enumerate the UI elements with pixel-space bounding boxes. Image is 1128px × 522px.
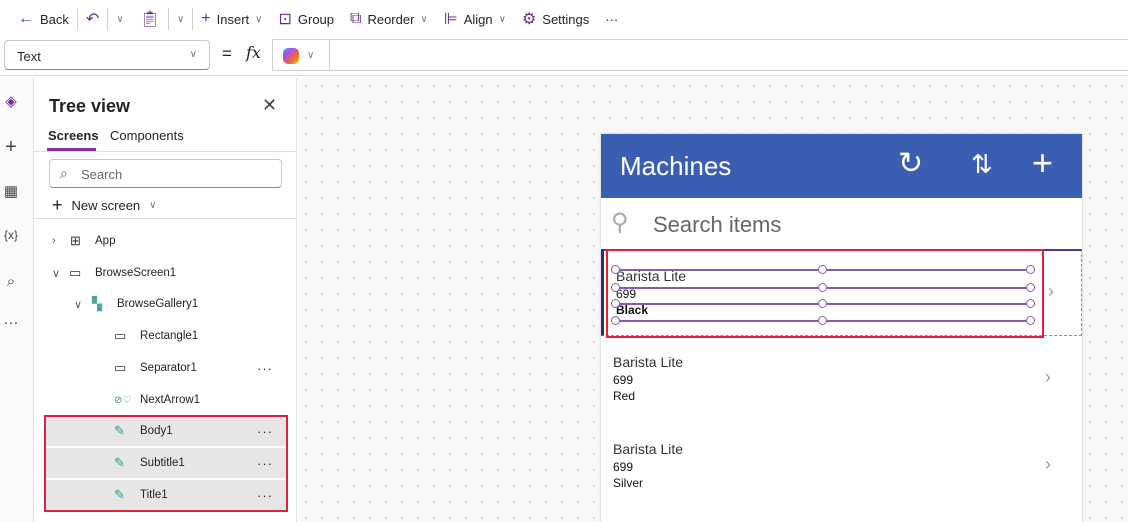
app-header: Machines ↻ ⇅ +	[601, 134, 1082, 198]
gallery-icon: ▚	[92, 296, 102, 311]
search-icon: ⌕	[60, 165, 68, 181]
plus-icon[interactable]: +	[0, 136, 22, 159]
panel-title: Tree view	[49, 96, 131, 116]
more-options-icon[interactable]: ···	[257, 361, 273, 376]
tree-node-nextarrow1[interactable]: ⊘♡ NextArrow1	[46, 385, 287, 415]
search-icon: ⚲	[611, 209, 629, 236]
formula-bar: Text ∨ = fx ∨	[0, 38, 1128, 76]
tree-node-app[interactable]: › ⊞ App	[46, 226, 287, 256]
app-screen: Machines ↻ ⇅ + ⚲ Search items Barista Li…	[601, 134, 1082, 522]
tree-node-rectangle1[interactable]: ▭ Rectangle1	[46, 321, 287, 351]
highlight-box	[606, 249, 1044, 338]
reorder-icon: ⧉	[350, 10, 362, 27]
close-icon[interactable]: ✕	[262, 95, 277, 116]
divider	[329, 40, 330, 70]
chevron-down-icon: ∨	[176, 13, 185, 25]
chevron-down-icon: ∨	[255, 13, 263, 25]
highlight-box	[44, 415, 288, 512]
reorder-button[interactable]: ⧉ Reorder ∨	[342, 4, 436, 34]
undo-button[interactable]: ↶	[78, 4, 107, 34]
paste-button[interactable]: 📋︎	[132, 4, 168, 34]
clipboard-icon: 📋︎	[139, 11, 160, 28]
search-items-input[interactable]: ⚲ Search items	[601, 198, 1082, 250]
tree-node-separator1[interactable]: ▭ Separator1 ···	[46, 353, 287, 383]
more-button[interactable]: ···	[597, 4, 626, 34]
table-icon[interactable]: ▦	[0, 182, 22, 200]
command-bar: ← Back ↶ ∨ 📋︎ ∨ + Insert ∨ ⊡ Group ⧉ Reorder ∨…	[0, 0, 1128, 38]
tree-node-browsescreen1[interactable]: ∨ ▭ BrowseScreen1	[46, 258, 287, 288]
gear-icon: ⚙	[521, 11, 537, 28]
chevron-right-icon[interactable]: ›	[1045, 454, 1051, 475]
copilot-icon[interactable]	[283, 48, 299, 64]
chevron-down-icon: ∨	[189, 49, 197, 60]
variables-icon[interactable]: {x}	[0, 228, 22, 242]
chevron-down-icon: ∨	[420, 13, 428, 25]
group-icon: ⊡	[278, 11, 292, 28]
align-icon: ⊫	[443, 11, 458, 28]
chevron-right-icon[interactable]: ›	[52, 235, 56, 247]
more-icon[interactable]: ···	[0, 314, 22, 331]
search-icon[interactable]: ⌕	[0, 273, 22, 290]
sort-icon[interactable]: ⇅	[971, 149, 993, 180]
chevron-down-icon: ∨	[116, 13, 124, 25]
left-rail: ◈ + ▦ {x} ⌕ ···	[0, 78, 34, 522]
tree-view-panel: Tree view ✕ Screens Components ⌕ Search +…	[34, 78, 297, 522]
tab-components[interactable]: Components	[110, 128, 184, 143]
layers-icon[interactable]: ◈	[0, 92, 22, 110]
tab-screens[interactable]: Screens	[48, 128, 99, 143]
icon-control-icon: ⊘♡	[114, 394, 132, 406]
chevron-down-icon[interactable]: ∨	[307, 50, 314, 61]
tree-search-input[interactable]: ⌕ Search	[49, 159, 282, 188]
align-button[interactable]: ⊫ Align ∨	[436, 4, 514, 34]
group-button[interactable]: ⊡ Group	[270, 4, 342, 34]
screen-icon: ▭	[69, 265, 82, 280]
undo-dropdown[interactable]: ∨	[108, 4, 131, 34]
rectangle-icon: ▭	[114, 360, 127, 375]
settings-button[interactable]: ⚙ Settings	[514, 4, 597, 34]
plus-icon[interactable]: +	[1032, 142, 1053, 184]
insert-button[interactable]: + Insert ∨	[193, 4, 270, 34]
divider	[34, 151, 297, 152]
refresh-icon[interactable]: ↻	[898, 146, 923, 181]
chevron-down-icon: ∨	[498, 13, 506, 25]
chevron-down-icon: ∨	[149, 200, 157, 211]
divider	[34, 218, 297, 219]
gallery-item[interactable]: Barista Lite 699 Silver ›	[601, 424, 1082, 511]
rectangle-icon: ▭	[114, 328, 127, 343]
undo-icon: ↶	[85, 11, 100, 28]
formula-input[interactable]: ∨	[272, 39, 1128, 71]
chevron-down-icon[interactable]: ∨	[52, 267, 60, 280]
app-title: Machines	[620, 151, 732, 181]
chevron-right-icon[interactable]: ›	[1048, 281, 1054, 302]
back-button[interactable]: ← Back	[10, 4, 77, 34]
chevron-right-icon[interactable]: ›	[1045, 367, 1051, 388]
equals-sign: =	[222, 44, 232, 63]
plus-icon: +	[52, 195, 63, 215]
plus-icon: +	[201, 10, 211, 27]
paste-dropdown[interactable]: ∨	[169, 4, 192, 34]
gallery-item[interactable]: Barista Lite 699 Red ›	[601, 337, 1082, 424]
arrow-left-icon: ←	[18, 10, 34, 27]
fx-icon: fx	[246, 43, 261, 62]
tree-node-browsegallery1[interactable]: ∨ ▚ BrowseGallery1	[46, 289, 287, 319]
property-dropdown[interactable]: Text ∨	[4, 40, 210, 70]
new-screen-button[interactable]: + New screen ∨	[52, 195, 156, 216]
app-icon: ⊞	[70, 233, 81, 248]
chevron-down-icon[interactable]: ∨	[74, 298, 82, 311]
